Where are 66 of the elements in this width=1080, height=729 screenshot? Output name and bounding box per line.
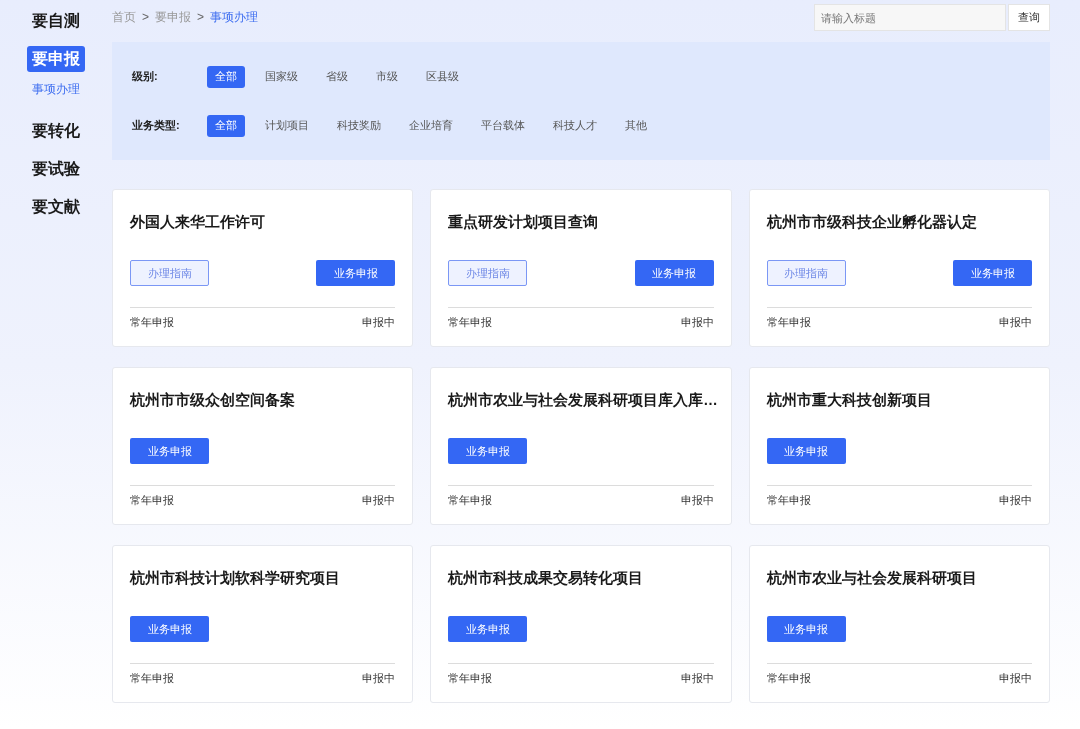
apply-button[interactable]: 业务申报	[130, 438, 209, 464]
card-title: 杭州市农业与社会发展科研项目	[766, 569, 978, 588]
card-title: 杭州市重大科技创新项目	[766, 391, 933, 410]
filter-option[interactable]: 国家级	[257, 65, 306, 88]
breadcrumb-link[interactable]: 首页	[112, 8, 136, 26]
sidebar-item[interactable]: 要转化	[27, 118, 85, 144]
filter-option[interactable]: 其他	[617, 114, 655, 137]
guide-button[interactable]: 办理指南	[766, 260, 846, 286]
apply-button[interactable]: 业务申报	[953, 260, 1032, 286]
filter-option[interactable]: 全部	[207, 65, 245, 88]
card-title: 杭州市科技计划软科学研究项目	[130, 569, 341, 588]
guide-button[interactable]: 办理指南	[130, 260, 209, 286]
breadcrumb-separator: >	[197, 9, 205, 26]
apply-button[interactable]: 业务申报	[448, 616, 528, 642]
card-period: 常年申报	[448, 671, 493, 686]
card-title: 重点研发计划项目查询	[448, 213, 600, 232]
apply-button[interactable]: 业务申报	[448, 438, 528, 464]
card-status: 申报中	[999, 493, 1032, 508]
card-period: 常年申报	[130, 493, 174, 508]
filter-option[interactable]: 省级	[318, 65, 356, 88]
card-period: 常年申报	[766, 493, 811, 508]
card-period: 常年申报	[766, 315, 811, 330]
apply-button[interactable]: 业务申报	[766, 616, 846, 642]
card-status: 申报中	[362, 493, 396, 508]
card-status: 申报中	[680, 493, 714, 508]
card-period: 常年申报	[448, 315, 493, 330]
sidebar-item[interactable]: 要申报	[27, 46, 85, 72]
card-period: 常年申报	[130, 671, 174, 686]
filter-option[interactable]: 区县级	[418, 65, 467, 88]
card-status: 申报中	[680, 315, 714, 330]
card-period: 常年申报	[448, 493, 493, 508]
card-title: 杭州市农业与社会发展科研项目库入库…	[448, 391, 714, 410]
filter-option[interactable]: 科技奖励	[329, 114, 389, 137]
apply-button[interactable]: 业务申报	[316, 260, 396, 286]
filter-option[interactable]: 计划项目	[257, 114, 317, 137]
filter-label: 业务类型:	[132, 118, 181, 134]
apply-button[interactable]: 业务申报	[634, 260, 714, 286]
guide-button[interactable]: 办理指南	[448, 260, 528, 286]
sidebar-item[interactable]: 要试验	[27, 156, 85, 182]
breadcrumb-link[interactable]: 要申报	[155, 8, 191, 26]
card-status: 申报中	[680, 671, 714, 686]
breadcrumb-link[interactable]: 事项办理	[210, 8, 259, 26]
card-period: 常年申报	[130, 315, 174, 330]
card-status: 申报中	[999, 671, 1032, 686]
sidebar-item[interactable]: 要自测	[27, 8, 85, 34]
filter-label: 级别:	[132, 69, 159, 85]
filter-option[interactable]: 全部	[207, 114, 245, 137]
card-title: 外国人来华工作许可	[130, 213, 266, 232]
card-status: 申报中	[362, 671, 396, 686]
breadcrumb-separator: >	[142, 9, 149, 26]
card-title: 杭州市市级科技企业孵化器认定	[766, 213, 978, 232]
apply-button[interactable]: 业务申报	[130, 616, 209, 642]
card-title: 杭州市科技成果交易转化项目	[448, 569, 645, 588]
card-status: 申报中	[362, 315, 396, 330]
filter-option[interactable]: 平台载体	[473, 114, 533, 137]
search-field[interactable]: 请输入标题	[814, 4, 1006, 31]
sidebar-item[interactable]: 要文献	[27, 194, 85, 220]
sidebar-subitem[interactable]: 事项办理	[32, 80, 80, 98]
card-title: 杭州市市级众创空间备案	[130, 391, 296, 410]
filter-option[interactable]: 科技人才	[545, 114, 605, 137]
filter-option[interactable]: 市级	[368, 65, 406, 88]
filter-option[interactable]: 企业培育	[401, 114, 461, 137]
apply-button[interactable]: 业务申报	[766, 438, 846, 464]
card-period: 常年申报	[766, 671, 811, 686]
search-button[interactable]: 查询	[1008, 4, 1050, 31]
card-status: 申报中	[999, 315, 1032, 330]
